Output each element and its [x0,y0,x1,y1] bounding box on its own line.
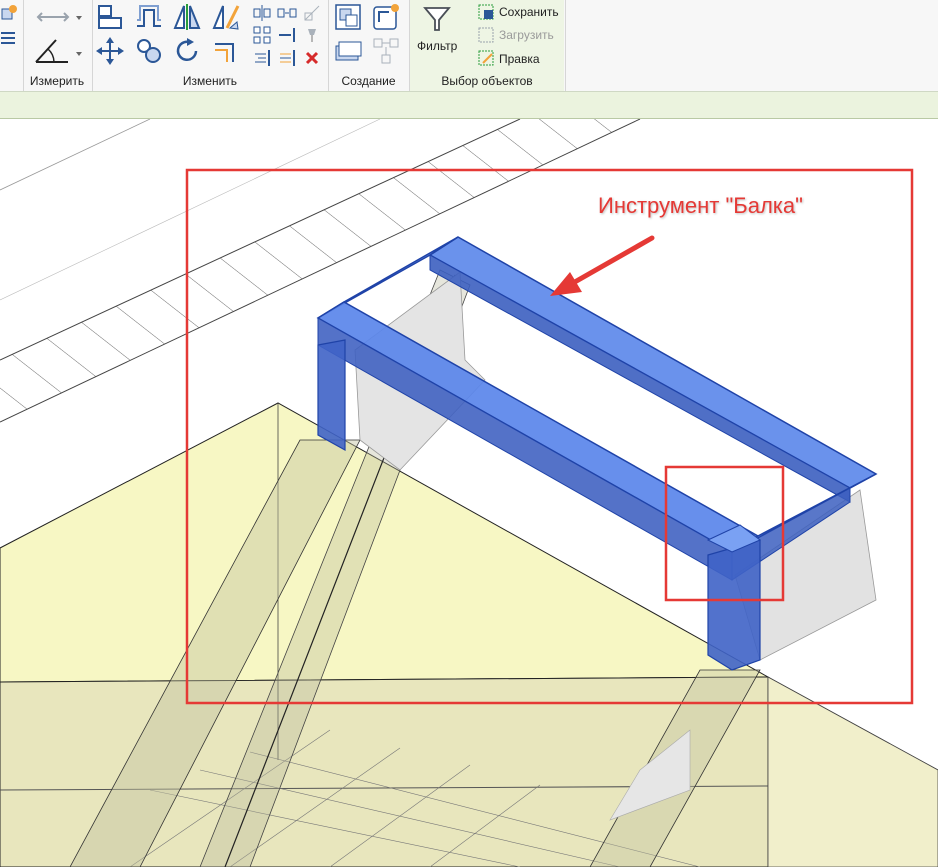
component-icon[interactable] [371,2,401,32]
beam-back-side [429,254,851,503]
model-viewport[interactable]: Инструмент "Балка" [0,119,938,867]
array-icon[interactable] [251,24,273,46]
panel-cutoff-left [0,0,22,91]
panel-label-selection: Выбор объектов [441,74,533,88]
assembly-icon[interactable] [371,36,401,66]
move-icon[interactable] [95,36,125,66]
delete-icon[interactable] [301,47,323,69]
copy-icon[interactable] [134,36,164,66]
rotate-icon[interactable] [172,36,202,66]
split-icon[interactable] [251,2,273,24]
construction-line [0,119,151,191]
filter-button[interactable]: Фильтр [417,39,457,53]
column-left[interactable] [317,339,346,452]
parts-icon[interactable] [333,36,363,66]
callout-arrow [550,235,655,296]
split-gap-icon[interactable] [276,2,298,24]
align-icon[interactable] [95,2,125,32]
panel-modify: Изменить [93,0,327,91]
callout-label: Инструмент "Балка" [598,193,803,218]
panel-create: Создание [329,0,408,91]
load-selection-icon[interactable] [475,24,497,46]
align-multiple-icon[interactable] [251,47,273,69]
slab-right-face [767,676,938,867]
save-selection-icon[interactable] [475,1,497,23]
edit-selection-button[interactable]: Правка [499,52,540,66]
scale-icon[interactable] [301,2,323,24]
panel-measure: Измерить [24,0,90,91]
edit-selection-icon[interactable] [475,47,497,69]
trim-multiple-icon[interactable] [276,47,298,69]
extend-icon[interactable] [276,24,298,46]
group-icon[interactable] [333,2,363,32]
options-bar [0,92,938,119]
save-selection-button[interactable]: Сохранить [499,5,559,19]
pin-icon[interactable] [301,24,323,46]
mirror-icon[interactable] [172,2,202,32]
panel-label-modify: Изменить [182,74,238,88]
model-canvas[interactable] [0,119,938,867]
column-right[interactable] [707,539,761,671]
view-icon[interactable] [0,2,20,24]
list-icon[interactable] [0,26,20,48]
filter-icon[interactable] [422,4,452,34]
panel-label-create: Создание [341,74,396,88]
offset-icon[interactable] [134,2,164,32]
separator [565,0,566,91]
panel-label-measure: Измерить [29,74,85,88]
dimension-icon[interactable] [32,2,82,32]
mirror-draw-icon[interactable] [211,2,241,32]
angle-icon[interactable] [32,36,82,66]
ribbon: Измерить Изменить Создание Фильтр Сохран… [0,0,938,92]
panel-selection: Фильтр Сохранить Загрузить Правка Выбор … [410,0,564,91]
beam-back[interactable] [428,236,878,489]
load-selection-button[interactable]: Загрузить [499,28,554,42]
trim-icon[interactable] [211,36,241,66]
